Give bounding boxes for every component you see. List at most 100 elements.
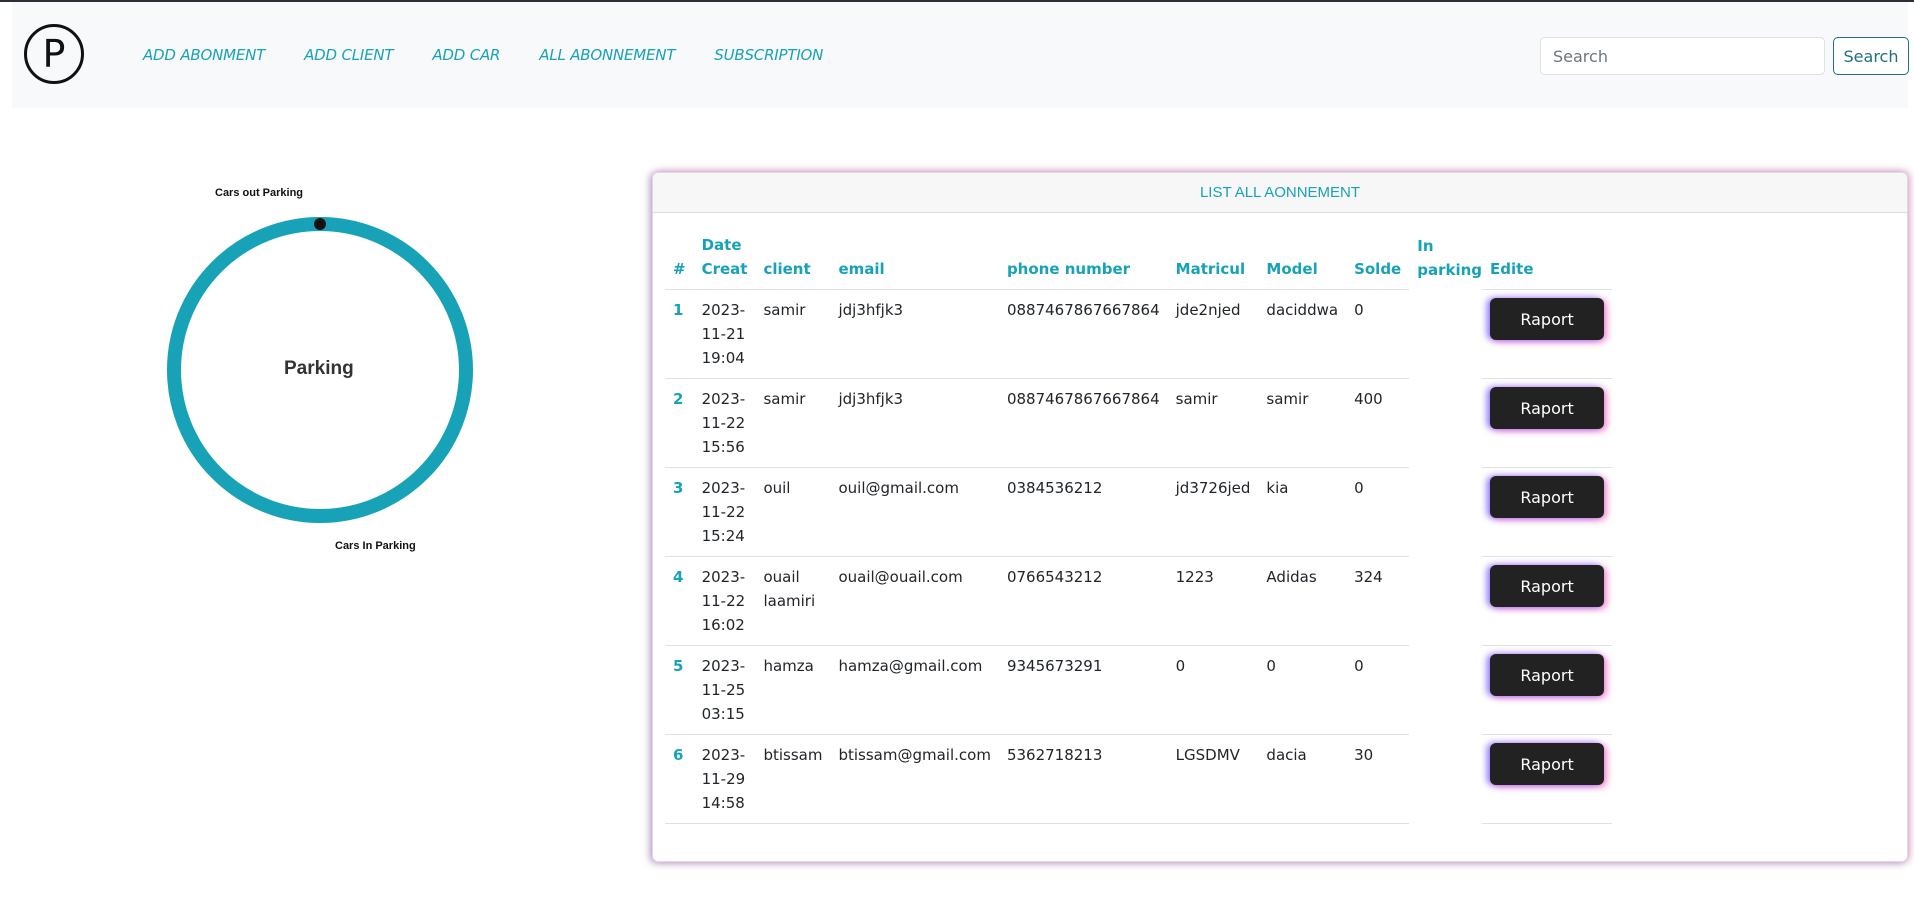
raport-button[interactable]: Raport	[1490, 476, 1605, 518]
cell-number: 4	[665, 556, 694, 646]
cell-edite: Raport	[1482, 289, 1613, 379]
label-cars-out-parking: Cars out Parking	[215, 187, 304, 199]
col-header-matricul: Matricul	[1167, 233, 1259, 290]
cell-edite: Raport	[1482, 556, 1613, 646]
table-row: 1 2023-11-21 19:04 samir jdj3hfjk3 08874…	[665, 289, 1613, 379]
cell-phone: 0887467867667864	[998, 378, 1168, 468]
logo-letter: P	[42, 32, 66, 76]
cell-in-parking	[1409, 290, 1482, 379]
cell-in-parking	[1409, 468, 1482, 557]
search-input[interactable]	[1540, 37, 1825, 75]
cell-date: 2023-11-25 03:15	[693, 645, 756, 735]
cell-email: jdj3hfjk3	[830, 378, 999, 468]
cell-date: 2023-11-29 14:58	[693, 734, 756, 824]
cell-matricul: jd3726jed	[1167, 467, 1259, 557]
chart-center-label: Parking	[284, 358, 354, 379]
cell-email: ouil@gmail.com	[830, 467, 999, 557]
cell-edite: Raport	[1482, 734, 1613, 824]
nav-link-add-abonment[interactable]: ADD ABONMENT	[143, 46, 265, 64]
cell-number: 6	[665, 734, 694, 824]
cell-model: 0	[1258, 645, 1347, 735]
cell-client: hamza	[755, 645, 831, 735]
table-row: 3 2023-11-22 15:24 ouil ouil@gmail.com 0…	[665, 467, 1613, 557]
cell-model: dacia	[1258, 734, 1347, 824]
cell-in-parking	[1409, 735, 1482, 824]
cell-solde: 0	[1346, 467, 1410, 557]
cell-client: samir	[755, 289, 831, 379]
cell-number: 1	[665, 289, 694, 379]
cell-model: daciddwa	[1258, 289, 1347, 379]
raport-button[interactable]: Raport	[1490, 654, 1605, 696]
cell-matricul: 1223	[1167, 556, 1259, 646]
label-cars-in-parking: Cars In Parking	[335, 540, 416, 552]
abonnement-list-card: LIST ALL AONNEMENT # Date Creat client e…	[652, 172, 1908, 862]
cell-solde: 0	[1346, 645, 1410, 735]
cell-email: ouail@ouail.com	[830, 556, 999, 646]
cell-phone: 0384536212	[998, 467, 1168, 557]
table-row: 5 2023-11-25 03:15 hamza hamza@gmail.com…	[665, 645, 1613, 735]
table-header-row: # Date Creat client email phone number M…	[665, 233, 1613, 290]
cell-phone: 0766543212	[998, 556, 1168, 646]
nav-links: ADD ABONMENT ADD CLIENT ADD CAR ALL ABON…	[143, 46, 862, 64]
cell-model: Adidas	[1258, 556, 1347, 646]
navbar: P ADD ABONMENT ADD CLIENT ADD CAR ALL AB…	[12, 2, 1909, 108]
col-header-edite: Edite	[1482, 233, 1613, 290]
cell-matricul: samir	[1167, 378, 1259, 468]
cell-client: samir	[755, 378, 831, 468]
cars-out-parking-slice[interactable]	[314, 218, 326, 230]
raport-button[interactable]: Raport	[1490, 565, 1605, 607]
cell-number: 3	[665, 467, 694, 557]
cell-edite: Raport	[1482, 378, 1613, 468]
cell-number: 5	[665, 645, 694, 735]
cell-model: kia	[1258, 467, 1347, 557]
cell-number: 2	[665, 378, 694, 468]
cell-matricul: 0	[1167, 645, 1259, 735]
cell-email: hamza@gmail.com	[830, 645, 999, 735]
cell-client: ouil	[755, 467, 831, 557]
cell-email: btissam@gmail.com	[830, 734, 999, 824]
cell-date: 2023-11-22 15:24	[693, 467, 756, 557]
cell-solde: 0	[1346, 289, 1410, 379]
col-header-number: #	[665, 233, 694, 290]
cell-phone: 9345673291	[998, 645, 1168, 735]
nav-link-add-client[interactable]: ADD CLIENT	[304, 46, 393, 64]
cell-client: ouail laamiri	[755, 556, 831, 646]
col-header-phone: phone number	[998, 233, 1168, 290]
table-row: 2 2023-11-22 15:56 samir jdj3hfjk3 08874…	[665, 378, 1613, 468]
col-header-solde: Solde	[1346, 233, 1410, 290]
cell-in-parking	[1409, 646, 1482, 735]
nav-link-all-abonnement[interactable]: ALL ABONNEMENT	[539, 46, 675, 64]
cell-edite: Raport	[1482, 467, 1613, 557]
col-header-client: client	[755, 233, 831, 290]
cell-client: btissam	[755, 734, 831, 824]
nav-link-subscription[interactable]: SUBSCRIPTION	[714, 46, 823, 64]
cell-date: 2023-11-22 16:02	[693, 556, 756, 646]
cell-date: 2023-11-22 15:56	[693, 378, 756, 468]
cell-email: jdj3hfjk3	[830, 289, 999, 379]
cell-solde: 324	[1346, 556, 1410, 646]
cell-edite: Raport	[1482, 645, 1613, 735]
col-header-email: email	[830, 233, 999, 290]
cell-in-parking	[1409, 379, 1482, 468]
cell-matricul: jde2njed	[1167, 289, 1259, 379]
raport-button[interactable]: Raport	[1490, 387, 1605, 429]
parking-logo-icon[interactable]: P	[24, 24, 84, 84]
table-row: 4 2023-11-22 16:02 ouail laamiri ouail@o…	[665, 556, 1613, 646]
cell-phone: 5362718213	[998, 734, 1168, 824]
abonnement-table: # Date Creat client email phone number M…	[665, 233, 1613, 824]
cell-solde: 400	[1346, 378, 1410, 468]
card-title: LIST ALL AONNEMENT	[653, 173, 1907, 213]
nav-link-add-car[interactable]: ADD CAR	[432, 46, 500, 64]
table-row: 6 2023-11-29 14:58 btissam btissam@gmail…	[665, 734, 1613, 824]
cell-model: samir	[1258, 378, 1347, 468]
raport-button[interactable]: Raport	[1490, 743, 1605, 785]
cell-matricul: LGSDMV	[1167, 734, 1259, 824]
cell-phone: 0887467867667864	[998, 289, 1168, 379]
col-header-in-parking: In parking	[1417, 236, 1483, 279]
raport-button[interactable]: Raport	[1490, 298, 1605, 340]
search-button[interactable]: Search	[1833, 37, 1909, 75]
cell-in-parking	[1409, 557, 1482, 646]
cell-date: 2023-11-21 19:04	[693, 289, 756, 379]
parking-chart: Cars out Parking Parking Cars In Parking	[150, 170, 510, 570]
col-header-date: Date Creat	[693, 233, 756, 290]
